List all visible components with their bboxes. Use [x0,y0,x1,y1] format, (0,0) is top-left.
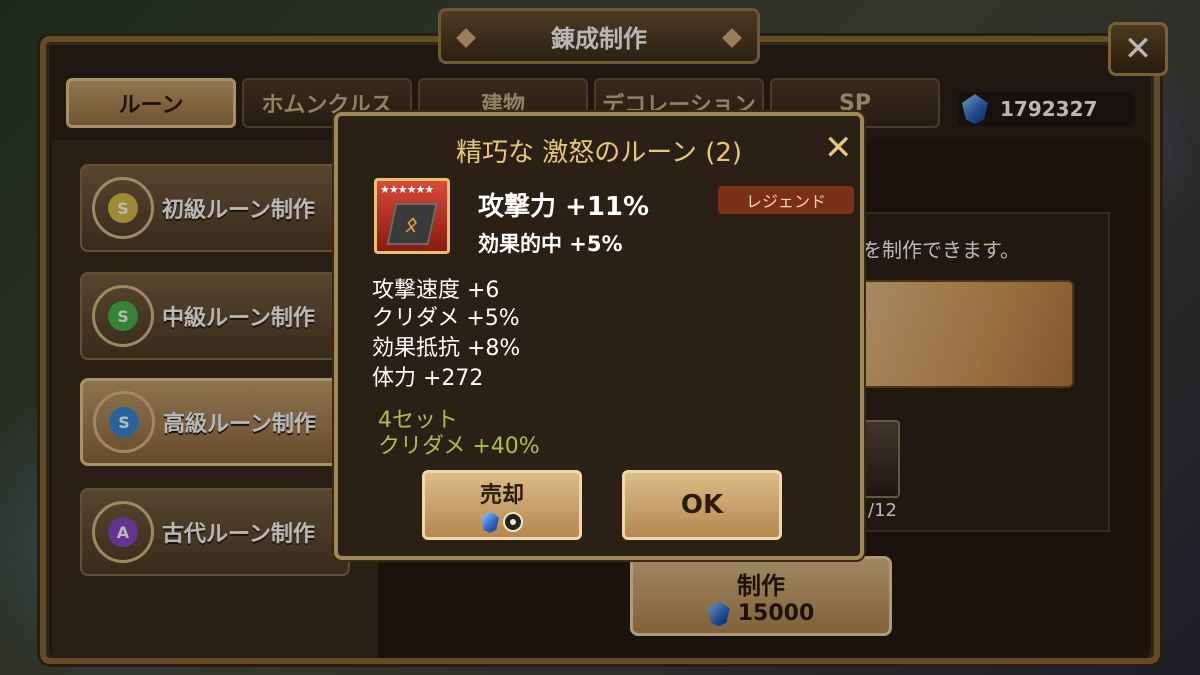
rune-name: 精巧な 激怒のルーン (2) [455,138,743,168]
rune-sub-stat: クリダメ +5% [372,306,520,331]
rune-innate-stat: 効果的中 +5% [478,232,623,256]
rune-grade-badge: レジェンド [718,186,854,214]
rune-sub-stat: 効果抵抗 +8% [372,336,521,361]
crystal-icon [481,511,499,533]
rune-main-stat: 攻撃力 +11% [478,192,650,222]
rune-set-effect: クリダメ +40% [378,434,540,459]
mana-stone-icon [503,512,523,532]
rune-icon: ★★★★★★ ᛟ [374,178,450,254]
rune-sub-stat: 体力 +272 [372,366,484,391]
ok-button[interactable]: OK [622,470,782,540]
dialog-close-button[interactable]: ✕ [824,128,853,168]
ok-button-label: OK [680,490,724,520]
rune-result-dialog: 精巧な 激怒のルーン (2) ✕ ★★★★★★ ᛟ 攻撃力 +11% 効果的中 … [334,112,864,560]
sell-button[interactable]: 売却 [422,470,582,540]
rune-stars: ★★★★★★ [380,183,434,196]
sell-button-label: 売却 [479,483,524,508]
rage-rune-icon: ᛟ [386,203,438,245]
close-icon: ✕ [824,128,853,168]
sell-reward-icons [481,511,523,533]
